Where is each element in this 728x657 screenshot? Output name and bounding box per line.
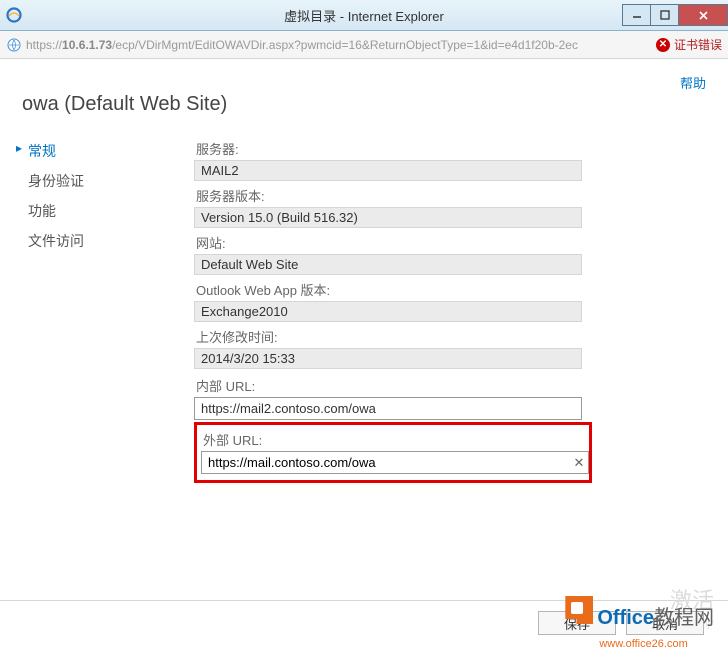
last-modified-label: 上次修改时间: <box>194 324 690 348</box>
window-titlebar: 虚拟目录 - Internet Explorer <box>0 0 728 31</box>
internal-url-input[interactable] <box>194 397 582 420</box>
owa-version-value: Exchange2010 <box>194 301 582 322</box>
external-url-highlight: 外部 URL: ✕ <box>194 422 592 483</box>
page-title: owa (Default Web Site) <box>22 93 712 116</box>
sidebar-item-features[interactable]: 功能 <box>14 196 194 226</box>
office-wm-url: www.office26.com <box>599 638 687 650</box>
save-button[interactable]: 保存 <box>538 611 616 635</box>
content-area: 帮助 owa (Default Web Site) 常规 身份验证 功能 文件访… <box>0 59 728 657</box>
cert-error-label: 证书错误 <box>674 36 722 53</box>
ie-icon <box>6 7 22 23</box>
website-value: Default Web Site <box>194 254 582 275</box>
cert-error-icon: ✕ <box>656 38 670 52</box>
cert-error-badge[interactable]: ✕ 证书错误 <box>656 36 722 53</box>
address-bar: https://10.6.1.73/ecp/VDirMgmt/EditOWAVD… <box>0 31 728 59</box>
window-controls <box>622 4 728 26</box>
bottom-divider <box>0 600 728 601</box>
server-version-value: Version 15.0 (Build 516.32) <box>194 207 582 228</box>
clear-input-icon[interactable]: ✕ <box>570 455 588 471</box>
close-button[interactable] <box>679 5 727 25</box>
page-icon <box>6 37 22 53</box>
internal-url-label: 内部 URL: <box>194 373 690 397</box>
external-url-label: 外部 URL: <box>201 427 585 451</box>
server-value: MAIL2 <box>194 160 582 181</box>
url-prefix: https:// <box>26 38 62 52</box>
window-title: 虚拟目录 - Internet Explorer <box>284 6 444 25</box>
server-label: 服务器: <box>194 136 690 160</box>
maximize-button[interactable] <box>651 5 679 25</box>
sidebar-item-general[interactable]: 常规 <box>14 136 194 166</box>
main-form: 服务器: MAIL2 服务器版本: Version 15.0 (Build 51… <box>194 136 712 483</box>
last-modified-value: 2014/3/20 15:33 <box>194 348 582 369</box>
url-path: /ecp/VDirMgmt/EditOWAVDir.aspx?pwmcid=16… <box>112 38 578 52</box>
url-text[interactable]: https://10.6.1.73/ecp/VDirMgmt/EditOWAVD… <box>26 38 650 52</box>
website-label: 网站: <box>194 230 690 254</box>
sidebar: 常规 身份验证 功能 文件访问 <box>14 136 194 483</box>
external-url-input-wrap: ✕ <box>201 451 589 474</box>
url-host: 10.6.1.73 <box>62 38 112 52</box>
sidebar-item-fileaccess[interactable]: 文件访问 <box>14 226 194 256</box>
sidebar-item-auth[interactable]: 身份验证 <box>14 166 194 196</box>
server-version-label: 服务器版本: <box>194 183 690 207</box>
cancel-button[interactable]: 取消 <box>626 611 704 635</box>
help-link[interactable]: 帮助 <box>680 73 706 92</box>
minimize-button[interactable] <box>623 5 651 25</box>
external-url-input[interactable] <box>202 452 570 473</box>
button-row: 保存 取消 <box>538 611 704 635</box>
owa-version-label: Outlook Web App 版本: <box>194 277 690 301</box>
